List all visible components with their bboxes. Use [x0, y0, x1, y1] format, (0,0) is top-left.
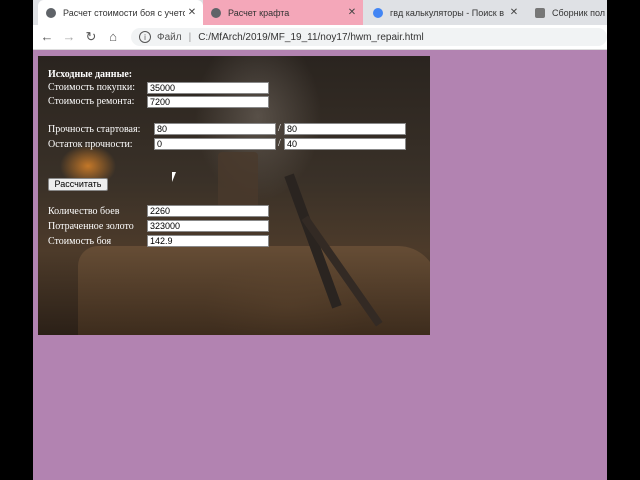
- close-icon[interactable]: ✕: [507, 7, 521, 18]
- back-arrow-icon[interactable]: ←: [39, 29, 55, 45]
- info-icon[interactable]: i: [139, 31, 151, 43]
- globe-icon: [211, 7, 221, 18]
- tab-label: Расчет крафта: [228, 7, 290, 18]
- tab-collection[interactable]: Сборник пол: [527, 0, 607, 25]
- calculate-button[interactable]: Рассчитать: [48, 178, 108, 191]
- remaining-slash: /: [278, 138, 281, 149]
- hammer-image: [218, 152, 258, 212]
- forge-background-panel: Исходные данные: Стоимость покупки: 3500…: [38, 56, 430, 335]
- tab-bar: Расчет стоимости боя с учето ✕ Расчет кр…: [33, 0, 607, 25]
- cost-label: Стоимость боя: [48, 236, 112, 247]
- address-url: C:/MfArch/2019/MF_19_11/noy17/hwm_repair…: [198, 31, 424, 43]
- tab-label: Расчет стоимости боя с учето: [63, 7, 185, 18]
- durability-max-input[interactable]: 80: [284, 123, 406, 135]
- address-separator: |: [188, 31, 192, 43]
- tab-label: гвд калькуляторы - Поиск в G: [390, 7, 507, 18]
- cost-output[interactable]: 142.9: [147, 235, 269, 247]
- purchase-label: Стоимость покупки:: [48, 82, 135, 93]
- remaining-current-input[interactable]: 0: [154, 138, 276, 150]
- durability-current-input[interactable]: 80: [154, 123, 276, 135]
- repair-label: Стоимость ремонта:: [48, 96, 135, 107]
- address-scheme-label: Файл: [157, 31, 182, 43]
- purchase-input[interactable]: 35000: [147, 82, 269, 94]
- close-icon[interactable]: ✕: [345, 7, 359, 18]
- tools-icon: [535, 7, 545, 18]
- battles-label: Количество боев: [48, 206, 120, 217]
- remaining-max-input[interactable]: 40: [284, 138, 406, 150]
- reload-icon[interactable]: ↻: [83, 29, 99, 45]
- battles-output[interactable]: 2260: [147, 205, 269, 217]
- forward-arrow-icon[interactable]: →: [61, 29, 77, 45]
- repair-input[interactable]: 7200: [147, 96, 269, 108]
- durability-slash: /: [278, 123, 281, 134]
- gold-label: Потраченное золото: [48, 221, 134, 232]
- tab-google-search[interactable]: гвд калькуляторы - Поиск в G ✕: [365, 0, 525, 25]
- mouse-cursor-icon: [172, 172, 176, 182]
- browser-window: Расчет стоимости боя с учето ✕ Расчет кр…: [33, 0, 607, 480]
- gold-output[interactable]: 323000: [147, 220, 269, 232]
- tab-battle-cost[interactable]: Расчет стоимости боя с учето ✕: [38, 0, 203, 25]
- close-icon[interactable]: ✕: [185, 7, 199, 18]
- durability-label: Прочность стартовая:: [48, 124, 141, 135]
- tab-label: Сборник пол: [552, 7, 606, 18]
- tab-craft[interactable]: Расчет крафта ✕: [203, 0, 363, 25]
- browser-toolbar: ← → ↻ ⌂ i Файл | C:/MfArch/2019/MF_19_11…: [33, 25, 607, 50]
- home-icon[interactable]: ⌂: [105, 29, 121, 45]
- remaining-label: Остаток прочности:: [48, 139, 133, 150]
- google-icon: [373, 7, 383, 18]
- address-bar[interactable]: i Файл | C:/MfArch/2019/MF_19_11/noy17/h…: [131, 28, 607, 46]
- form-heading: Исходные данные:: [48, 69, 133, 80]
- globe-icon: [46, 7, 56, 18]
